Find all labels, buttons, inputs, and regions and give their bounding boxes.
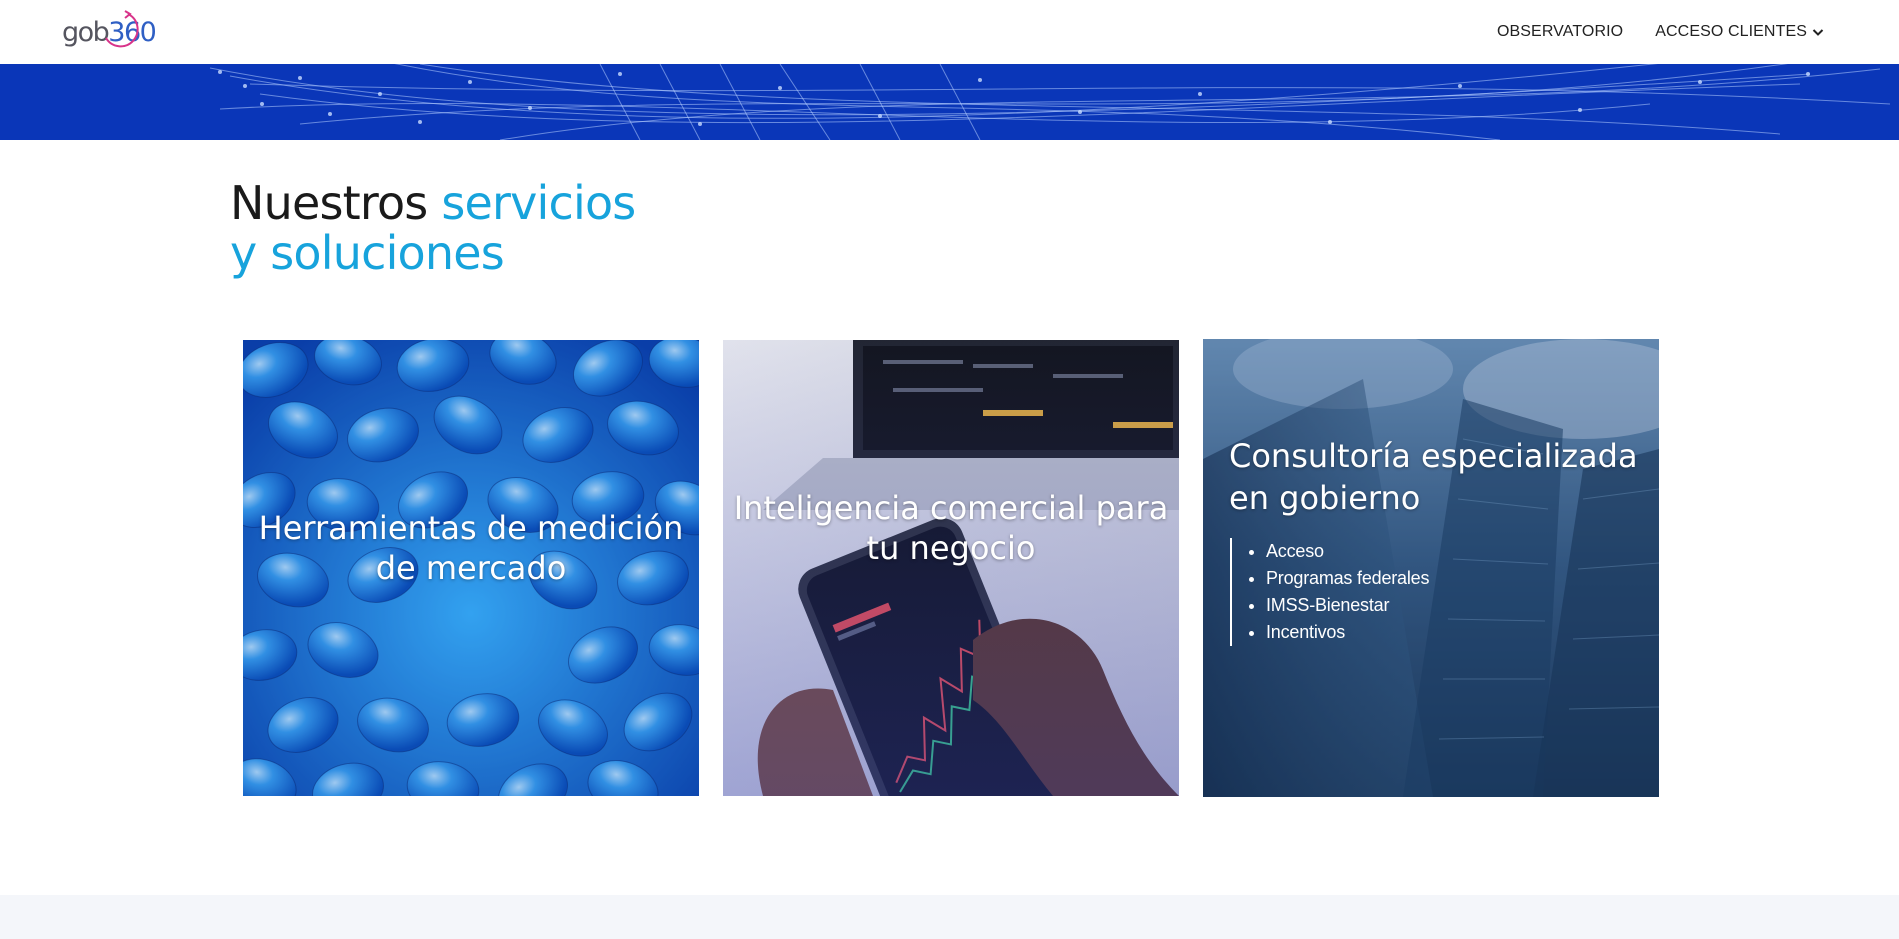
nav-observatorio-label: OBSERVATORIO: [1496, 23, 1624, 40]
section-title-accent-line2: y soluciones: [230, 226, 505, 280]
nav-observatorio[interactable]: OBSERVATORIO: [1497, 23, 1623, 41]
nav-acceso-clientes-label: ACCESO CLIENTES: [1655, 23, 1807, 40]
section-title-accent: servicios: [441, 176, 636, 230]
list-item: Incentivos: [1266, 619, 1429, 646]
gob360-logo[interactable]: gob360: [62, 6, 162, 58]
network-lines-pattern: [209, 64, 1891, 140]
section-title-dark: Nuestros: [230, 176, 428, 230]
consulting-services-list: Acceso Programas federales IMSS-Bienesta…: [1230, 538, 1429, 646]
card-title-government-consulting: Consultoría especializada en gobierno: [1229, 437, 1638, 517]
list-item: IMSS-Bienestar: [1266, 592, 1429, 619]
main-nav: OBSERVATORIO ACCESO CLIENTES: [1497, 0, 1825, 64]
next-section-band: [0, 895, 1899, 939]
chevron-down-icon: [1812, 29, 1824, 36]
site-header: gob360 OBSERVATORIO ACCESO CLIENTES: [0, 0, 1899, 64]
hands-phone-stock-chart-image: [723, 340, 1179, 796]
service-card-business-intelligence[interactable]: Inteligencia comercial para tu negocio: [723, 340, 1179, 796]
list-item: Acceso: [1266, 538, 1429, 565]
card-title-business-intelligence: Inteligencia comercial para tu negocio: [733, 489, 1169, 567]
service-card-market-measurement[interactable]: Herramientas de medición de mercado: [243, 340, 699, 796]
service-card-government-consulting[interactable]: Consultoría especializada en gobierno Ac…: [1203, 339, 1659, 797]
logo-ring-icon: [105, 10, 139, 48]
nav-acceso-clientes[interactable]: ACCESO CLIENTES: [1655, 23, 1825, 41]
card-title-market-measurement: Herramientas de medición de mercado: [258, 509, 684, 587]
list-item: Programas federales: [1266, 565, 1429, 592]
section-title: Nuestros servicios y soluciones: [230, 176, 636, 280]
hero-banner: [0, 64, 1899, 140]
